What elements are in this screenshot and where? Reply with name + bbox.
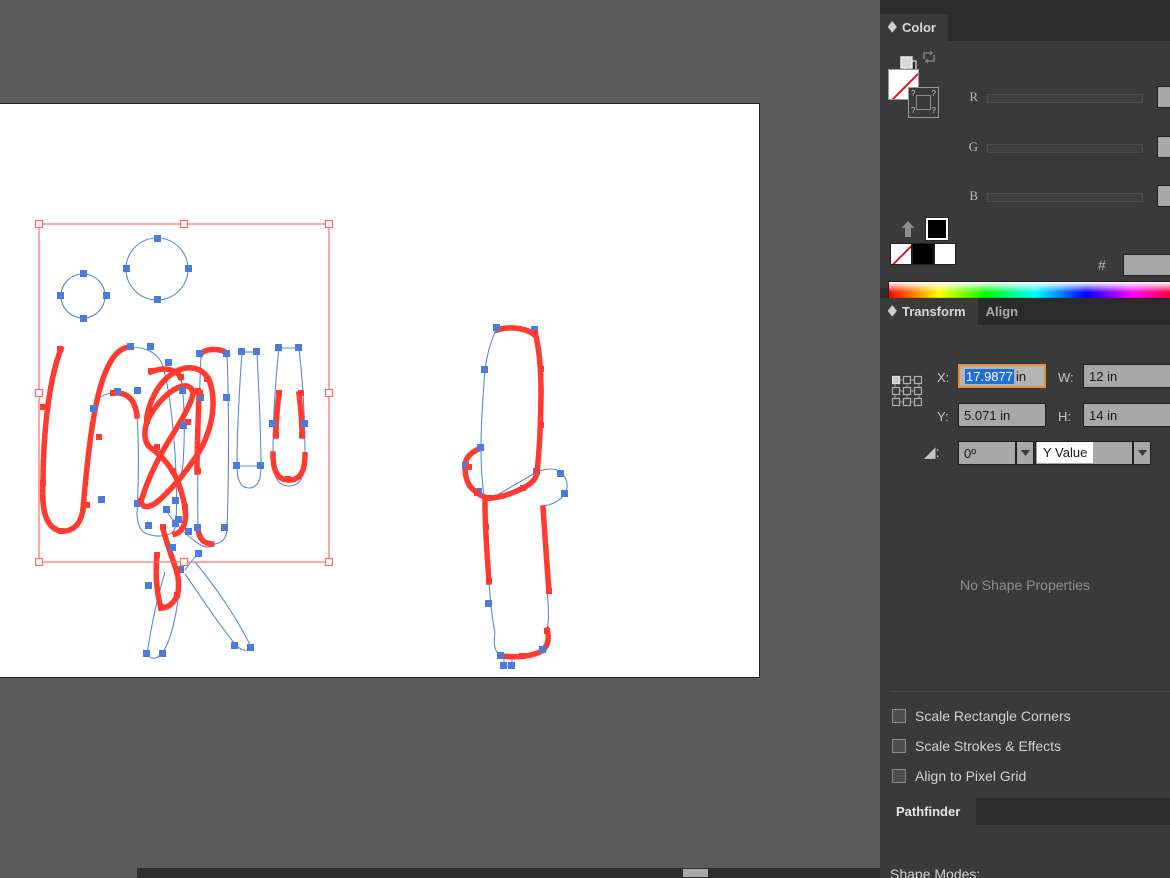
slider-label-b: B (969, 188, 978, 203)
tab-pathfinder[interactable]: Pathfinder (880, 798, 977, 825)
illustrator-window: ◆ Color ? ? ? ? R G B # ◆ Transform Alig… (0, 0, 1170, 878)
hex-label: # (1098, 257, 1106, 273)
slider-label-g: G (968, 139, 978, 154)
swatch-white[interactable] (934, 243, 956, 265)
rotate-dropdown-chevron-icon[interactable] (1016, 441, 1034, 465)
color-panel-tabbar[interactable]: ◆ Color (880, 14, 1170, 41)
reference-point-proxy[interactable] (891, 375, 923, 407)
checkbox-scale-strokes-effects[interactable]: Scale Strokes & Effects (892, 736, 1061, 756)
h-input[interactable]: 14 in (1083, 403, 1170, 427)
tab-transform[interactable]: ◆ Transform (880, 298, 978, 325)
panel-grip-icon: ◆ (888, 303, 897, 319)
slider-value-b[interactable] (1157, 185, 1170, 207)
current-stroke-color-swatch[interactable] (925, 217, 949, 241)
shape-modes-label: Shape Modes: (890, 866, 981, 878)
shear-dropdown-chevron-icon[interactable] (1133, 441, 1151, 465)
panel-divider (890, 691, 1170, 692)
tab-pathfinder-label: Pathfinder (896, 804, 961, 819)
slider-value-r[interactable] (1157, 86, 1170, 108)
x-input[interactable]: 17.9877 in (958, 364, 1046, 388)
hex-input[interactable] (1123, 254, 1170, 276)
swap-fill-stroke-icon[interactable] (921, 49, 937, 65)
x-unit: in (1016, 368, 1027, 384)
w-label: W: (1058, 370, 1074, 385)
quick-swatch-row[interactable] (890, 243, 956, 265)
artboard[interactable] (0, 103, 760, 678)
slider-track-r[interactable] (987, 94, 1143, 103)
checkbox-box-icon[interactable] (892, 709, 906, 723)
tab-transform-label: Transform (902, 304, 966, 319)
transform-panel[interactable]: X: 17.9877 in W: 12 in Y: 5.071 in H: 14… (880, 325, 1170, 798)
panel-grip-icon: ◆ (888, 19, 897, 35)
rotate-angle-icon: ◢: (924, 444, 940, 461)
y-label: Y: (937, 409, 949, 424)
w-input[interactable]: 12 in (1083, 364, 1170, 388)
horizontal-scrollbar-track[interactable] (137, 868, 880, 878)
swatch-black[interactable] (912, 243, 934, 265)
checkbox-label: Align to Pixel Grid (915, 768, 1027, 784)
slider-value-g[interactable] (1157, 136, 1170, 158)
y-value-tooltip: Y Value (1037, 442, 1094, 463)
tab-align[interactable]: Align (977, 298, 1031, 325)
x-value-selected: 17.9877 (965, 368, 1014, 384)
color-panel[interactable]: ? ? ? ? R G B # (880, 41, 1170, 308)
checkbox-align-to-pixel-grid[interactable]: Align to Pixel Grid (892, 766, 1026, 786)
pathfinder-panel-tabbar[interactable]: Pathfinder (880, 798, 1170, 825)
color-slider-r[interactable]: R (880, 86, 1170, 109)
none-slash-icon (891, 244, 911, 264)
panel-dock: ◆ Color ? ? ? ? R G B # ◆ Transform Alig… (880, 0, 1170, 878)
y-input[interactable]: 5.071 in (958, 403, 1046, 427)
checkbox-label: Scale Rectangle Corners (915, 708, 1071, 724)
slider-track-g[interactable] (987, 144, 1143, 153)
h-label: H: (1058, 409, 1071, 424)
scrollbar-corner (0, 868, 137, 878)
checkbox-box-icon[interactable] (892, 769, 906, 783)
no-shape-properties-message: No Shape Properties (960, 577, 1090, 593)
vector-artwork[interactable] (0, 104, 760, 679)
slider-track-b[interactable] (987, 193, 1143, 202)
slider-label-r: R (969, 89, 978, 104)
revert-to-last-color-icon[interactable] (900, 220, 916, 238)
swatch-none[interactable] (890, 243, 912, 265)
transform-panel-tabbar[interactable]: ◆ Transform Align (880, 298, 1170, 325)
canvas-area[interactable] (0, 0, 880, 878)
dock-top-gap (880, 0, 1170, 14)
pathfinder-panel[interactable]: Shape Modes: (880, 825, 1170, 878)
x-label: X: (937, 370, 950, 385)
color-slider-b[interactable]: B (880, 185, 1170, 208)
tab-color[interactable]: ◆ Color (880, 14, 948, 41)
tab-align-label: Align (985, 304, 1019, 319)
tab-color-label: Color (902, 20, 936, 35)
horizontal-scrollbar-thumb[interactable] (683, 869, 708, 877)
checkbox-box-icon[interactable] (892, 739, 906, 753)
checkbox-scale-rectangle-corners[interactable]: Scale Rectangle Corners (892, 706, 1071, 726)
rotate-input[interactable]: 0º (958, 441, 1016, 465)
color-slider-g[interactable]: G (880, 136, 1170, 159)
checkbox-label: Scale Strokes & Effects (915, 738, 1062, 754)
